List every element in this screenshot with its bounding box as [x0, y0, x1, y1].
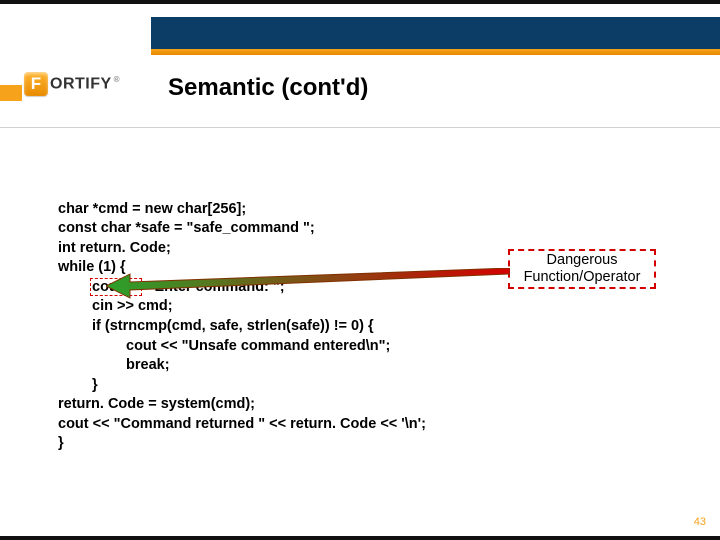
code-line: cout << "Enter command: ";	[58, 278, 285, 298]
logo-accent-strip	[0, 85, 22, 101]
logo-inner: F ORTIFY®	[22, 72, 120, 96]
logo-registered: ®	[114, 75, 120, 84]
annotation-label: Dangerous Function/Operator	[524, 252, 641, 285]
logo: F ORTIFY®	[22, 66, 151, 102]
code-line: const char *safe = "safe_command ";	[58, 220, 315, 236]
code-line: cout << "Command returned " << return. C…	[58, 416, 426, 432]
slide: F ORTIFY® Semantic (cont'd) char *cmd = …	[0, 0, 720, 540]
code-line: while (1) {	[58, 259, 126, 275]
code-line: if (strncmp(cmd, safe, strlen(safe)) != …	[58, 317, 374, 337]
logo-badge: F	[24, 72, 48, 96]
code-line: int return. Code;	[58, 240, 171, 256]
annotation-box: Dangerous Function/Operator	[508, 249, 656, 289]
code-line: break;	[58, 356, 170, 376]
code-line: }	[58, 435, 64, 451]
code-line: cin >> cmd;	[58, 297, 173, 317]
code-line: char *cmd = new char[256];	[58, 201, 246, 217]
code-line: cout << "Unsafe command entered\n";	[58, 337, 390, 357]
bottom-nav-strip	[0, 536, 720, 540]
horizontal-divider	[0, 127, 720, 128]
page-number: 43	[694, 516, 706, 528]
top-nav-strip	[0, 0, 720, 4]
header-band-blue	[151, 17, 720, 49]
logo-text-rest: ORTIFY	[50, 75, 112, 92]
code-line: }	[58, 376, 98, 396]
header-band-orange	[151, 49, 720, 55]
page-title: Semantic (cont'd)	[168, 74, 368, 102]
code-line: return. Code = system(cmd);	[58, 396, 255, 412]
code-block: char *cmd = new char[256]; const char *s…	[58, 180, 426, 454]
logo-text: ORTIFY®	[50, 75, 120, 93]
